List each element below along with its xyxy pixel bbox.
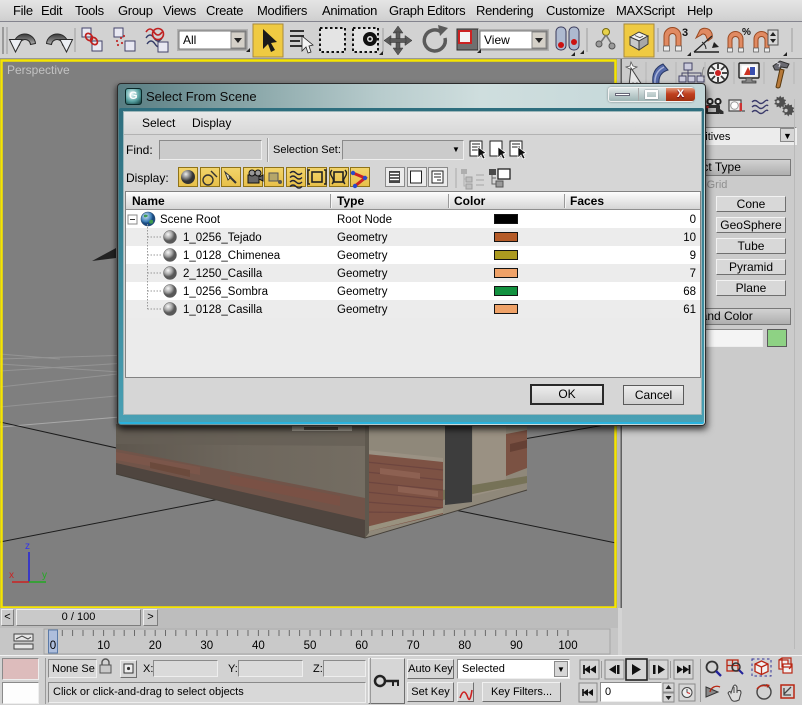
svg-text:50: 50	[304, 640, 317, 652]
svg-text:Perspective: Perspective	[7, 63, 70, 77]
svg-text:3: 3	[682, 27, 688, 39]
svg-text:100: 100	[558, 640, 577, 652]
svg-text:z: z	[25, 541, 30, 552]
svg-text:%: %	[742, 27, 751, 38]
svg-text:60: 60	[355, 640, 368, 652]
svg-text:40: 40	[252, 640, 265, 652]
svg-text:80: 80	[458, 640, 471, 652]
svg-text:30: 30	[200, 640, 213, 652]
svg-text:70: 70	[407, 640, 420, 652]
svg-text:10: 10	[97, 640, 110, 652]
svg-text:0: 0	[50, 640, 56, 652]
svg-text:y: y	[42, 570, 47, 581]
svg-text:90: 90	[510, 640, 523, 652]
svg-text:20: 20	[149, 640, 162, 652]
svg-text:All: All	[183, 33, 196, 47]
svg-text:View: View	[484, 33, 510, 47]
svg-text:x: x	[9, 570, 14, 581]
